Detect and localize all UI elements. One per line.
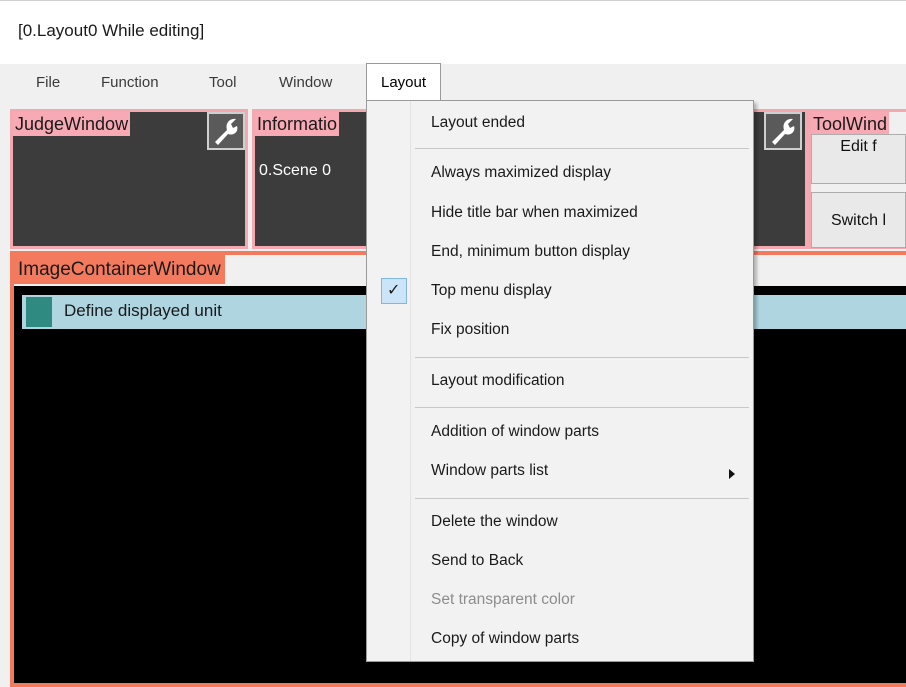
- judge-window-title: JudgeWindow: [13, 112, 131, 136]
- information-window[interactable]: Informatio 0.Scene 0: [252, 109, 366, 249]
- window-title: [0.Layout0 While editing]: [18, 21, 205, 40]
- checkmark: ✓: [387, 282, 401, 299]
- tool-window[interactable]: ToolWind Edit f Switch l: [808, 109, 906, 249]
- menu-window[interactable]: Window: [279, 64, 332, 101]
- menu-item-copy-window-parts[interactable]: Copy of window parts: [431, 630, 579, 648]
- menu-gutter: [367, 101, 411, 661]
- menu-item-layout-ended[interactable]: Layout ended: [431, 114, 525, 132]
- unit-label: Define displayed unit: [64, 301, 222, 320]
- menu-item-delete-window[interactable]: Delete the window: [431, 513, 558, 531]
- scene-text: 0.Scene 0: [259, 162, 332, 179]
- tool-window-title: ToolWind: [811, 112, 890, 136]
- menu-item-hide-title-bar[interactable]: Hide title bar when maximized: [431, 204, 638, 222]
- unit-color-swatch: [26, 297, 52, 327]
- menu-tool[interactable]: Tool: [209, 64, 237, 101]
- menu-item-top-menu-display[interactable]: Top menu display: [431, 282, 552, 300]
- hidden-window-edge: [754, 109, 808, 249]
- switch-button[interactable]: Switch l: [811, 192, 906, 248]
- menu-item-fix-position[interactable]: Fix position: [431, 321, 509, 339]
- menu-file[interactable]: File: [36, 64, 60, 101]
- edit-button[interactable]: Edit f: [811, 134, 906, 184]
- image-container-title: ImageContainerWindow: [14, 255, 225, 284]
- information-window-title: Informatio: [255, 112, 340, 136]
- menu-item-end-minimum-button[interactable]: End, minimum button display: [431, 243, 630, 261]
- menu-separator: [415, 407, 749, 408]
- menu-separator: [415, 148, 749, 149]
- menu-item-always-maximized[interactable]: Always maximized display: [431, 164, 611, 182]
- judge-window[interactable]: JudgeWindow: [10, 109, 248, 249]
- wrench-icon[interactable]: [207, 112, 245, 150]
- wrench-icon[interactable]: [764, 112, 802, 150]
- menu-item-send-to-back[interactable]: Send to Back: [431, 552, 523, 570]
- submenu-arrow-icon: [729, 469, 735, 479]
- menu-bar: File Function Tool Window Layout: [0, 63, 906, 101]
- menu-item-add-window-parts[interactable]: Addition of window parts: [431, 423, 599, 441]
- menu-item-set-transparent-color: Set transparent color: [431, 591, 575, 608]
- menu-item-layout-modification[interactable]: Layout modification: [431, 372, 565, 390]
- menu-layout[interactable]: Layout: [366, 63, 442, 101]
- check-icon: ✓: [381, 278, 407, 304]
- layout-dropdown-menu: Layout ended Always maximized display Hi…: [366, 100, 754, 662]
- title-bar: [0.Layout0 While editing]: [0, 0, 906, 64]
- menu-function[interactable]: Function: [101, 64, 159, 101]
- menu-separator: [415, 357, 749, 358]
- menu-item-window-parts-list[interactable]: Window parts list: [431, 462, 548, 480]
- menu-separator: [415, 498, 749, 499]
